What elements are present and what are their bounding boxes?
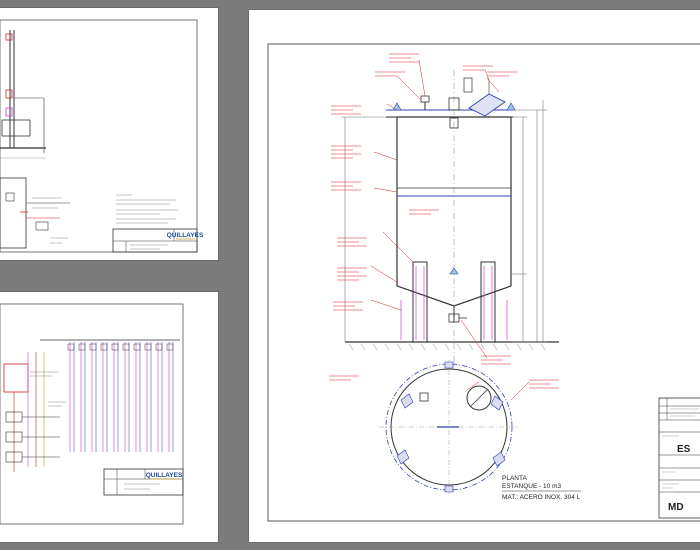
company-logo: QUILLAYES — [146, 472, 183, 480]
tank-plan-view — [379, 360, 519, 494]
plan-caption: PLANTA ESTANQUE - 10 m3 MAT.: ACERO INOX… — [502, 475, 581, 501]
svg-text:ESTANQUE - 10 m3: ESTANQUE - 10 m3 — [502, 483, 562, 490]
sheet-top-left-drawing: QUILLAYES — [0, 19, 204, 253]
svg-text:QUILLAYES: QUILLAYES — [167, 232, 204, 239]
drawing-sheet-bottom-left[interactable]: QUILLAYES — [0, 292, 218, 542]
sheet-bottom-left-drawing: QUILLAYES — [0, 303, 184, 525]
title-block: ES MD — [658, 397, 700, 519]
tank-elevation — [329, 53, 559, 401]
svg-text:MAT.: ACERO INOX. 304 L: MAT.: ACERO INOX. 304 L — [502, 494, 581, 501]
svg-text:ES: ES — [677, 444, 691, 455]
tank-drawing: PLANTA ESTANQUE - 10 m3 MAT.: ACERO INOX… — [267, 43, 700, 522]
drawing-sheet-top-left[interactable]: QUILLAYES — [0, 8, 218, 260]
svg-text:QUILLAYES: QUILLAYES — [146, 472, 183, 479]
svg-text:PLANTA: PLANTA — [502, 475, 527, 482]
drawing-sheet-tank[interactable]: PLANTA ESTANQUE - 10 m3 MAT.: ACERO INOX… — [249, 10, 700, 542]
company-logo: QUILLAYES — [167, 232, 204, 240]
svg-text:MD: MD — [668, 502, 684, 513]
